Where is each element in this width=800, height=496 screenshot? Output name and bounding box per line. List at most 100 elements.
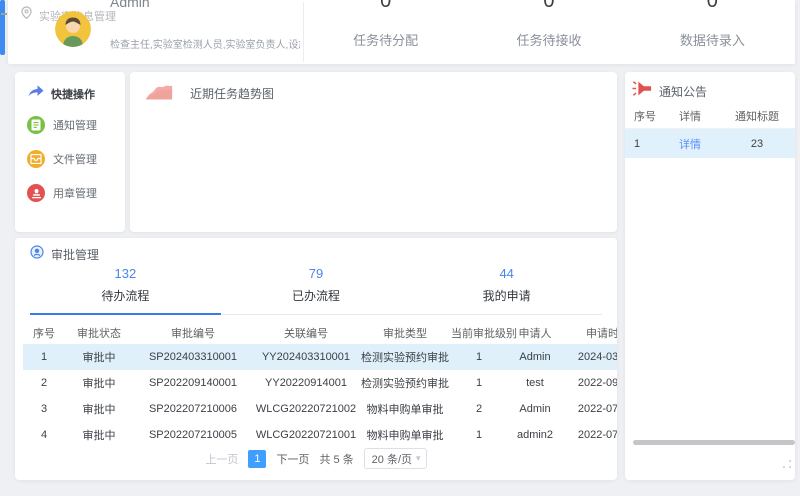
- cell-date: 2024-03-31: [563, 344, 617, 370]
- notice-title: 通知公告: [659, 83, 707, 100]
- col-header: 详情: [661, 108, 719, 124]
- notice-table: 序号 详情 通知标题 1 详情 23: [625, 104, 795, 158]
- collapse-dash-icon[interactable]: [1, 13, 7, 15]
- col-header: 序号: [625, 108, 661, 124]
- cell-level: 1: [451, 344, 507, 370]
- approval-tabs: 132 待办流程 79 已办流程 44 我的申请: [30, 262, 602, 315]
- seal-stamp-icon: [27, 184, 45, 202]
- page-number-button[interactable]: 1: [248, 450, 266, 468]
- tab-pending-flows[interactable]: 132 待办流程: [30, 262, 221, 314]
- user-avatar[interactable]: [55, 11, 91, 47]
- table-row[interactable]: 4 审批中 SP202207210005 WLCG20220721001 物料申…: [23, 422, 617, 448]
- quick-actions-header: 快捷操作: [27, 84, 95, 103]
- scroll-indicator-bar[interactable]: [0, 0, 5, 55]
- tab-count: 79: [221, 266, 412, 281]
- approval-card: 审批管理 132 待办流程 79 已办流程 44 我的申请 序号 审批状态 审批…: [15, 238, 617, 480]
- notice-table-header: 序号 详情 通知标题: [625, 104, 795, 129]
- chevron-down-icon: ▾: [416, 453, 421, 464]
- stat-label: 数据待录入: [631, 30, 794, 49]
- area-chart-icon: [144, 80, 174, 107]
- related-id-link[interactable]: WLCG20220721002: [253, 396, 359, 422]
- quick-item-label: 文件管理: [53, 151, 97, 167]
- cell-level: 1: [451, 422, 507, 448]
- user-name: Admin: [110, 0, 150, 11]
- col-header: 关联编号: [253, 322, 359, 344]
- next-page-button[interactable]: 下一页: [276, 451, 309, 467]
- cell-type: 物料申购单审批: [359, 422, 451, 448]
- cell-date: 2022-09-14: [563, 370, 617, 396]
- quick-item-label: 用章管理: [53, 185, 97, 201]
- share-arrow-icon: [27, 84, 45, 103]
- cell-applicant: test: [507, 370, 563, 396]
- stat-value: 0: [304, 0, 467, 13]
- quick-item-file-management[interactable]: 文件管理: [27, 150, 97, 168]
- cell-status: 审批中: [65, 370, 133, 396]
- cell-no: 1: [23, 344, 65, 370]
- cell-type: 检测实验预约审批: [359, 370, 451, 396]
- notice-detail-link[interactable]: 详情: [661, 136, 719, 152]
- quick-item-label: 通知管理: [53, 117, 97, 133]
- cell-approval-id: SP202209140001: [133, 370, 253, 396]
- cell-status: 审批中: [65, 344, 133, 370]
- cell-status: 审批中: [65, 422, 133, 448]
- quick-actions-card: 快捷操作 通知管理 文件管理 用章管理: [15, 72, 125, 232]
- tab-done-flows[interactable]: 79 已办流程: [221, 262, 412, 314]
- related-id-link[interactable]: YY202403310001: [253, 344, 359, 370]
- approval-title: 审批管理: [51, 246, 99, 263]
- page-size-select[interactable]: 20 条/页 ▾: [364, 448, 427, 469]
- col-header: 审批类型: [359, 322, 451, 344]
- table-row[interactable]: 3 审批中 SP202207210006 WLCG20220721002 物料申…: [23, 396, 617, 422]
- notice-card: 通知公告 序号 详情 通知标题 1 详情 23: [625, 72, 795, 480]
- cell-level: 1: [451, 370, 507, 396]
- related-id-link[interactable]: YY20220914001: [253, 370, 359, 396]
- notice-count: 23: [719, 138, 795, 150]
- horizontal-scrollbar[interactable]: [633, 440, 795, 445]
- stat-tasks-to-receive: 0 任务待接收: [467, 0, 630, 64]
- resize-grip[interactable]: [783, 460, 791, 468]
- cell-applicant: Admin: [507, 396, 563, 422]
- prev-page-button[interactable]: 上一页: [205, 451, 238, 467]
- col-header: 通知标题: [719, 108, 795, 124]
- tab-label: 待办流程: [30, 287, 221, 304]
- location-pin-icon: [21, 6, 32, 24]
- approval-table: 序号 审批状态 审批编号 关联编号 审批类型 当前审批级别 申请人 申请时间 1…: [23, 322, 617, 448]
- col-header: 当前审批级别: [451, 322, 507, 344]
- cell-applicant: admin2: [507, 422, 563, 448]
- table-row[interactable]: 2 审批中 SP202209140001 YY20220914001 检测实验预…: [23, 370, 617, 396]
- cell-approval-id: SP202403310001: [133, 344, 253, 370]
- cell-no: 3: [23, 396, 65, 422]
- cell-type: 检测实验预约审批: [359, 344, 451, 370]
- cell-approval-id: SP202207210005: [133, 422, 253, 448]
- tab-label: 已办流程: [221, 287, 412, 304]
- file-inbox-icon: [27, 150, 45, 168]
- cell-status: 审批中: [65, 396, 133, 422]
- col-header: 申请时间: [563, 322, 617, 344]
- tab-my-applications[interactable]: 44 我的申请: [411, 262, 602, 314]
- megaphone-icon: [632, 80, 652, 102]
- approval-table-header: 序号 审批状态 审批编号 关联编号 审批类型 当前审批级别 申请人 申请时间: [23, 322, 617, 344]
- stat-value: 0: [631, 0, 794, 13]
- stat-value: 0: [467, 0, 630, 13]
- tab-label: 我的申请: [411, 287, 602, 304]
- header-band: 实验室信息管理 Admin 检查主任,实验室检测人员,实验室负责人,设施与环 0…: [8, 0, 795, 64]
- total-count-label: 共 5 条: [319, 451, 353, 467]
- stat-label: 任务待接收: [467, 30, 630, 49]
- stats-row: 0 任务待分配 0 任务待接收 0 数据待录入: [304, 0, 794, 64]
- quick-item-notice-management[interactable]: 通知管理: [27, 116, 97, 134]
- user-roles: 检查主任,实验室检测人员,实验室负责人,设施与环: [110, 36, 300, 51]
- notice-row[interactable]: 1 详情 23: [625, 129, 795, 158]
- cell-level: 2: [451, 396, 507, 422]
- tab-count: 44: [411, 266, 602, 281]
- related-id-link[interactable]: WLCG20220721001: [253, 422, 359, 448]
- quick-actions-title: 快捷操作: [51, 86, 95, 102]
- trend-chart-plot-area: [144, 108, 603, 220]
- col-header: 审批状态: [65, 322, 133, 344]
- cell-no: 2: [23, 370, 65, 396]
- col-header: 序号: [23, 322, 65, 344]
- page-size-value: 20 条/页: [372, 451, 412, 467]
- table-row[interactable]: 1 审批中 SP202403310001 YY202403310001 检测实验…: [23, 344, 617, 370]
- quick-item-seal-management[interactable]: 用章管理: [27, 184, 97, 202]
- cell-type: 物料申购单审批: [359, 396, 451, 422]
- pagination: 上一页 1 下一页 共 5 条 20 条/页 ▾: [15, 448, 617, 469]
- notice-doc-icon: [27, 116, 45, 134]
